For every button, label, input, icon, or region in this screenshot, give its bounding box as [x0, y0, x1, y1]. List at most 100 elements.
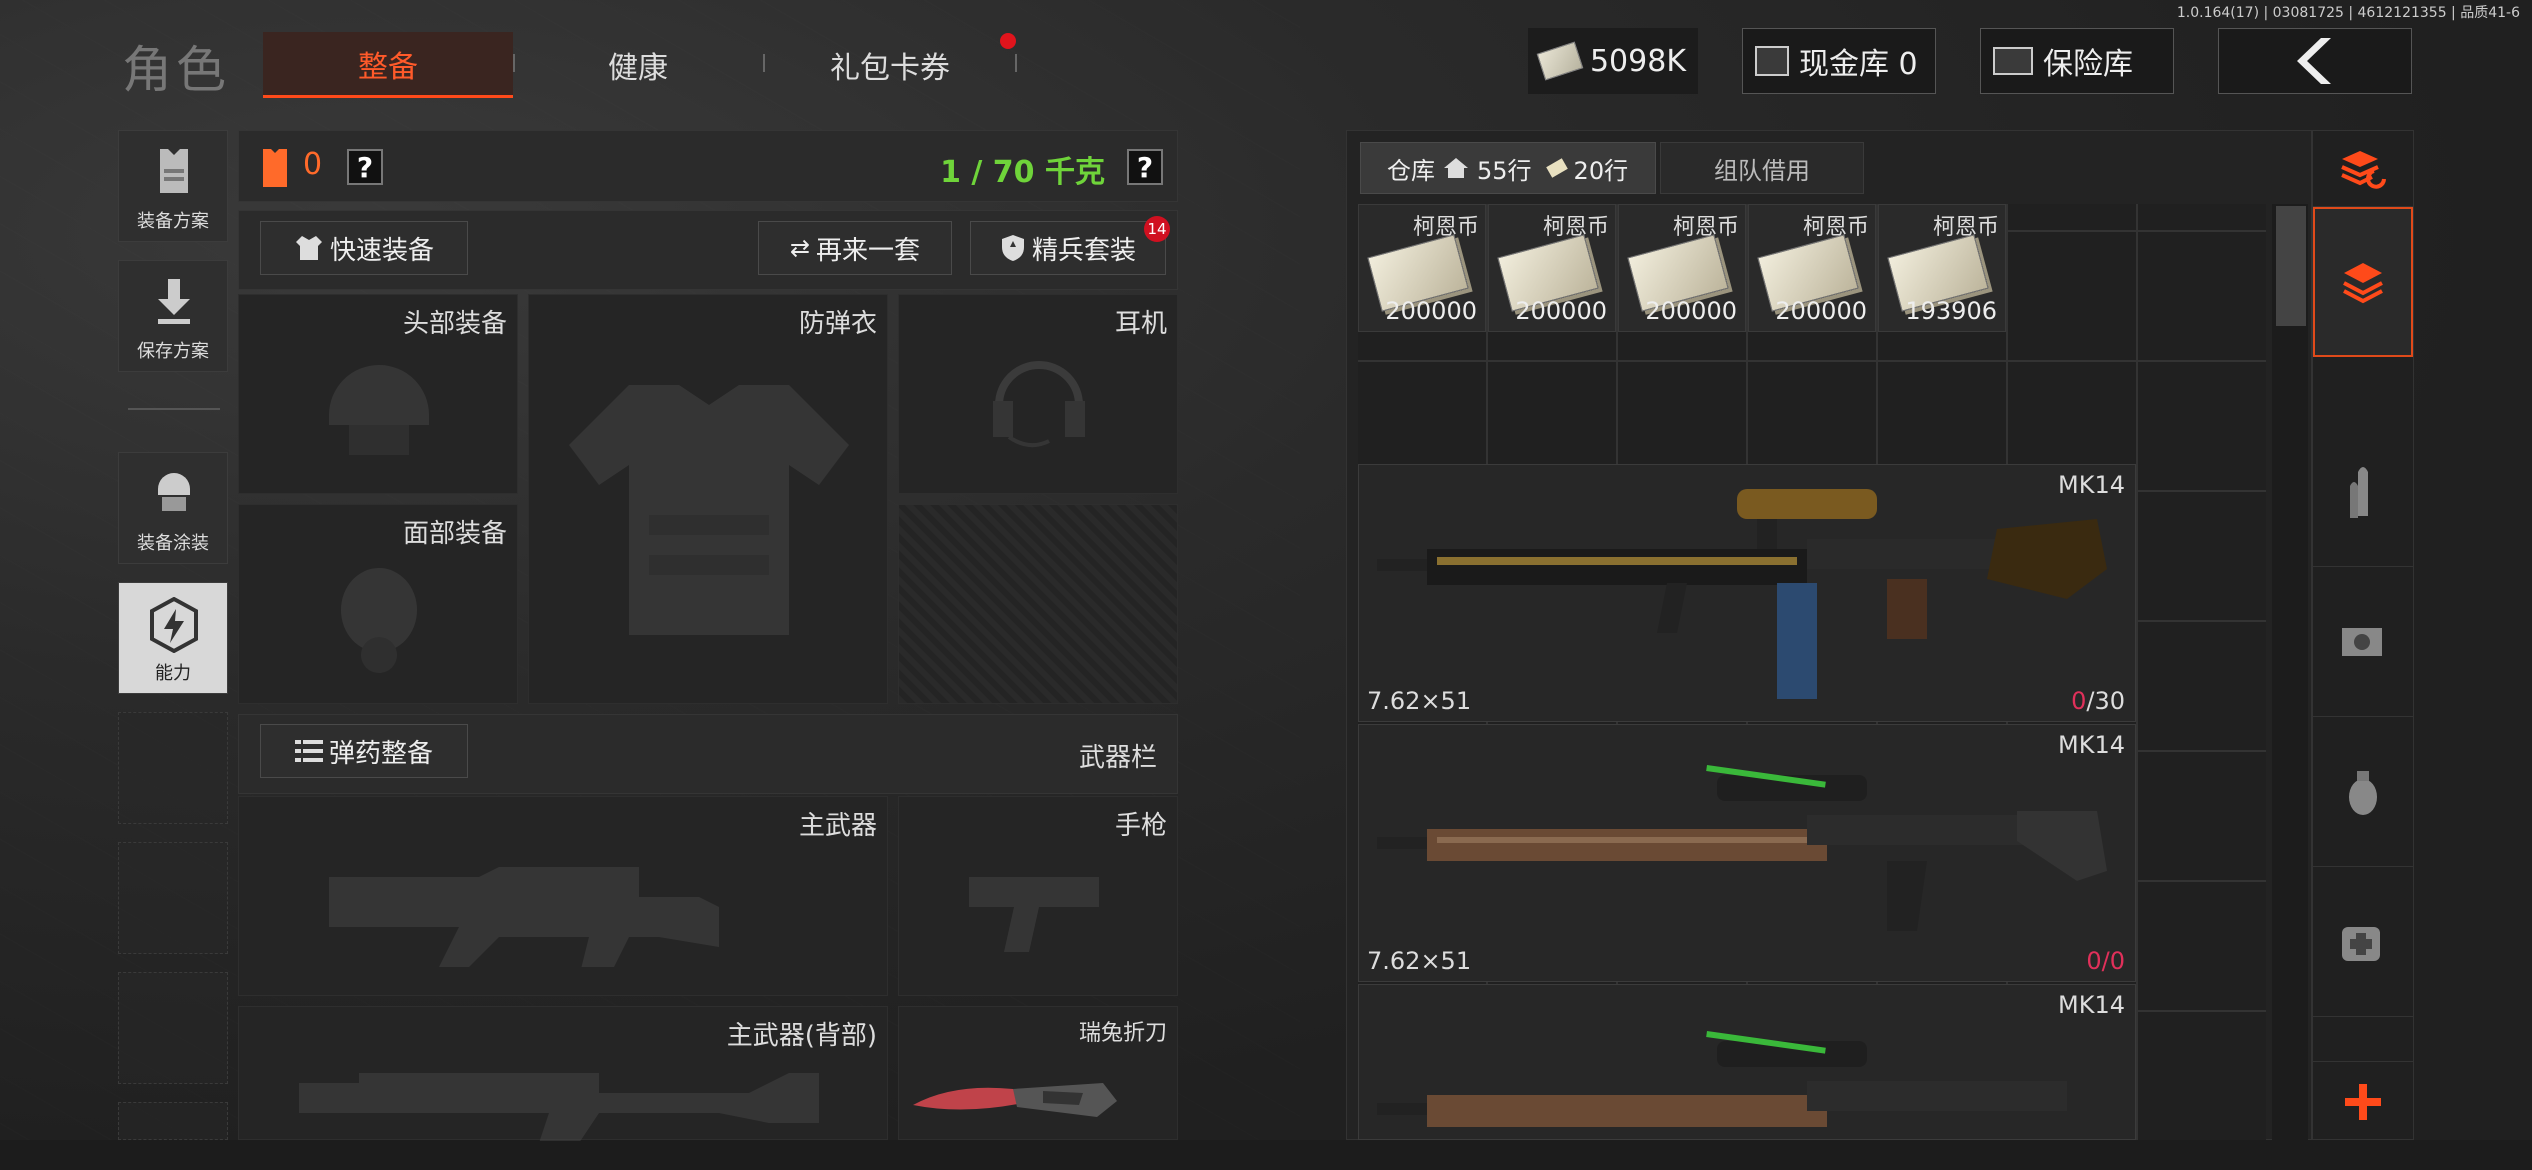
earphone-slot[interactable]: 耳机: [898, 294, 1178, 494]
cash-vault-button[interactable]: 现金库 0: [1742, 28, 1936, 94]
home-icon: [1444, 158, 1468, 178]
ammo-max: 0: [2109, 947, 2125, 975]
sort-refresh-button[interactable]: [2313, 131, 2413, 207]
warehouse-tab[interactable]: 仓库 55行 20行: [1360, 142, 1656, 194]
cash-item[interactable]: 柯恩币 193906: [1878, 204, 2006, 332]
rifle-icon: [329, 867, 719, 967]
ammo-max: 30: [2094, 687, 2125, 715]
weapon-bar-label: 武器栏: [1078, 743, 1157, 773]
medkit-icon: [2342, 926, 2380, 961]
elite-set-label: 精兵套装: [1031, 235, 1136, 266]
cash-item[interactable]: 柯恩币 200000: [1748, 204, 1876, 332]
helmet-icon: [329, 365, 429, 455]
vault-icon: [1755, 46, 1789, 76]
shirt-icon: [295, 236, 322, 260]
sidebar-item-label: 能力: [155, 663, 191, 684]
primary-weapon-slot[interactable]: 主武器: [238, 796, 888, 996]
armor-count: 0: [303, 147, 323, 182]
ammo-current: 0: [2071, 687, 2087, 715]
cash-icon: [1536, 41, 1584, 81]
team-borrow-tab[interactable]: 组队借用: [1660, 142, 1864, 194]
sidebar-item-equip-paint[interactable]: 装备涂装: [118, 452, 228, 564]
primary-back-slot[interactable]: 主武器(背部): [238, 1006, 888, 1141]
filter-attachments-button[interactable]: [2313, 567, 2413, 717]
pistol-slot[interactable]: 手枪: [898, 796, 1178, 996]
primary-weapon-label: 主武器: [798, 811, 877, 841]
tab-divider: [1015, 54, 1017, 72]
knife-slot[interactable]: 瑞兔折刀: [898, 1006, 1178, 1140]
pistol-icon: [969, 877, 1099, 952]
help-button[interactable]: ?: [347, 149, 383, 185]
cash-amount: 5098K: [1589, 43, 1686, 79]
filter-throwables-button[interactable]: [2313, 717, 2413, 867]
face-slot[interactable]: 面部装备: [238, 504, 518, 704]
knife-label: 瑞兔折刀: [1078, 1021, 1167, 1046]
warehouse-tab-label: 仓库: [1387, 156, 1435, 185]
vest-icon: [152, 145, 196, 197]
weapon-caliber: 7.62×51: [1367, 687, 1472, 715]
sidebar-item-save-plan[interactable]: 保存方案: [118, 260, 228, 372]
weight-help-button[interactable]: ?: [1127, 149, 1163, 185]
insurance-vault-button[interactable]: 保险库: [1980, 28, 2174, 94]
weight-display: 1 / 70 千克: [940, 155, 1105, 190]
vest-slot[interactable]: 防弹衣: [528, 294, 888, 704]
grenade-icon: [2349, 770, 2377, 815]
again-button[interactable]: ⇄ 再来一套: [758, 221, 952, 275]
notification-dot: [1000, 33, 1016, 49]
sidebar-divider: [128, 408, 220, 410]
face-slot-label: 面部装备: [402, 519, 507, 549]
add-button[interactable]: [2313, 1061, 2413, 1141]
warehouse-weapon-item[interactable]: MK14 7.62×51 0/30: [1358, 464, 2136, 722]
team-borrow-label: 组队借用: [1714, 156, 1810, 185]
refresh-icon: ⇄: [789, 234, 811, 262]
mk14-bronze-rifle-icon: [1377, 765, 2107, 931]
mk14-bronze-rifle-icon: [1377, 1031, 2067, 1127]
earphone-slot-label: 耳机: [1114, 309, 1167, 339]
bottom-bar: [0, 1140, 2532, 1170]
vest-slot-label: 防弹衣: [798, 309, 877, 339]
cash-item[interactable]: 柯恩币 200000: [1488, 204, 1616, 332]
download-icon: [152, 275, 196, 327]
tab-label: 整备: [358, 49, 418, 85]
warehouse-scrollbar[interactable]: [2276, 206, 2306, 326]
warehouse-scrolltrack: [2272, 204, 2308, 1140]
primary-back-label: 主武器(背部): [726, 1021, 877, 1051]
quick-equip-label: 快速装备: [329, 235, 434, 266]
filter-consumables-button[interactable]: [2313, 867, 2413, 1017]
stack-refresh-icon: [2341, 150, 2386, 189]
back-button[interactable]: [2218, 28, 2412, 94]
warehouse-weapon-item[interactable]: MK14 7.62×51 0/0: [1358, 724, 2136, 982]
sidebar-item-equip-plan[interactable]: 装备方案: [118, 130, 228, 242]
page-title: 角色: [122, 41, 230, 99]
back-arrow-icon: [2297, 38, 2331, 84]
filter-all-button[interactable]: [2313, 207, 2413, 357]
ammo-equip-button[interactable]: 弹药整备: [260, 724, 468, 778]
weapon-name: MK14: [2058, 991, 2125, 1019]
sidebar-item-ability[interactable]: 能力: [118, 582, 228, 694]
locked-slot: [898, 504, 1178, 704]
sidebar-empty-slot: [118, 1102, 228, 1140]
sidebar-item-label: 装备涂装: [137, 533, 209, 554]
helmet-spray-icon: [152, 467, 196, 519]
cash-item[interactable]: 柯恩币 200000: [1618, 204, 1746, 332]
elite-set-button[interactable]: 精兵套装: [970, 221, 1166, 275]
rifle-back-icon: [299, 1073, 819, 1141]
filter-ammo-button[interactable]: [2313, 417, 2413, 567]
item-amount: 193906: [1905, 297, 1997, 325]
sidebar-empty-slot: [118, 842, 228, 954]
tab-gift-cards[interactable]: 礼包卡券: [765, 32, 1015, 98]
insurance-label: 保险库: [2043, 47, 2133, 82]
head-slot[interactable]: 头部装备: [238, 294, 518, 494]
tab-label: 礼包卡券: [830, 51, 950, 86]
quick-equip-button[interactable]: 快速装备: [260, 221, 468, 275]
sidebar-empty-slot: [118, 712, 228, 824]
item-amount: 200000: [1645, 297, 1737, 325]
warehouse-weapon-item[interactable]: MK14: [1358, 984, 2136, 1140]
weapon-ammo: 0/30: [2071, 687, 2125, 715]
tab-equip[interactable]: 整备: [263, 32, 513, 98]
tab-health[interactable]: 健康: [515, 32, 761, 98]
gas-mask-icon: [341, 568, 417, 673]
cash-item[interactable]: 柯恩币 200000: [1358, 204, 1486, 332]
item-amount: 200000: [1775, 297, 1867, 325]
ammo-equip-label: 弹药整备: [328, 738, 433, 769]
